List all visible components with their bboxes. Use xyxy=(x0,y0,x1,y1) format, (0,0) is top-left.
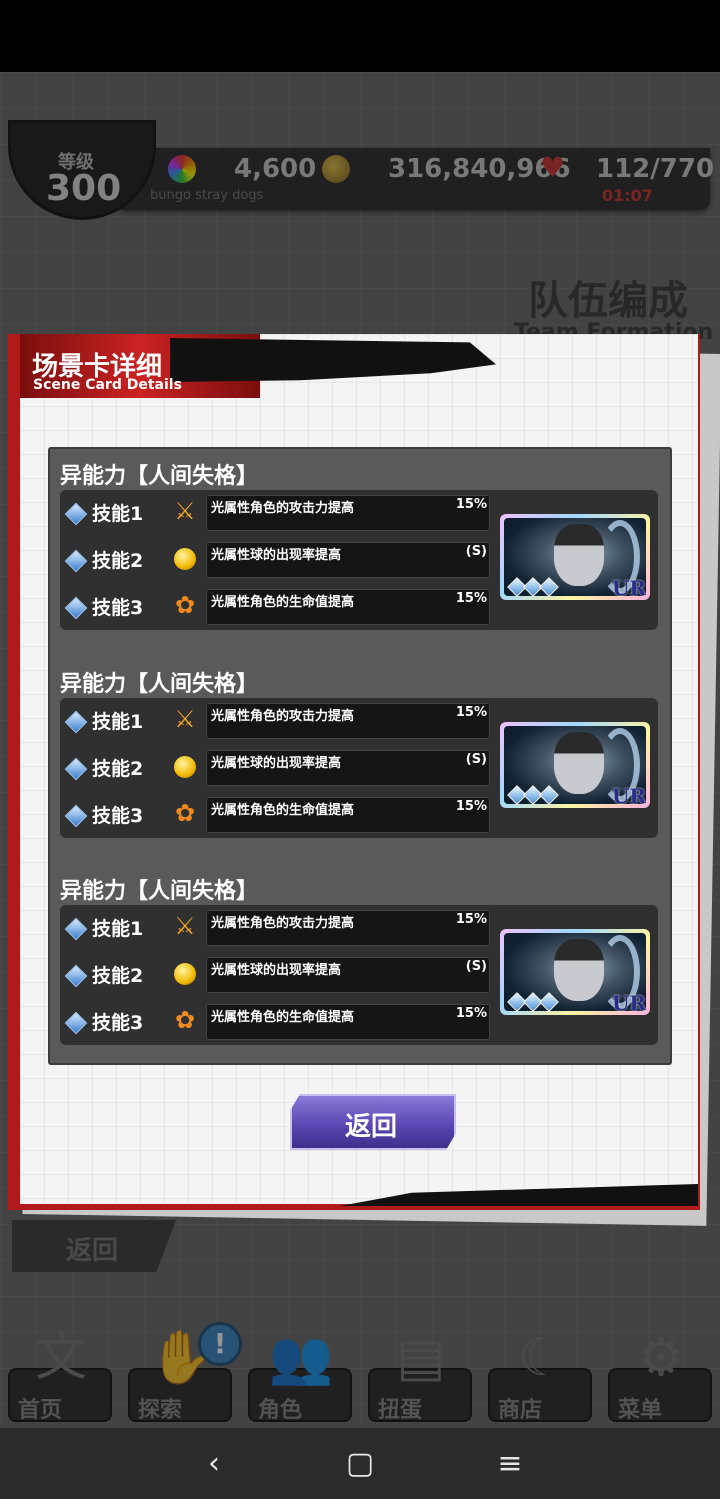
orb-icon xyxy=(174,756,196,778)
skill-description: 光属性角色的攻击力提高 xyxy=(211,501,355,516)
skill-value: 15% xyxy=(455,1006,487,1021)
diamond-icon xyxy=(64,596,88,620)
skill-value: 15% xyxy=(455,591,487,606)
recents-menu-icon[interactable]: ≡ xyxy=(480,1442,540,1486)
skill-row: 技能2 光属性球的出现率提高 (S) xyxy=(60,748,500,788)
skill-value: 15% xyxy=(455,705,487,720)
skill-value: (S) xyxy=(465,752,487,767)
return-button-label: 返回 xyxy=(345,1112,398,1142)
skill-name: 技能3 xyxy=(92,805,144,827)
diamond-icon xyxy=(64,502,88,526)
skill-name: 技能1 xyxy=(92,918,144,940)
card-rarity: UR xyxy=(611,784,646,808)
skill-description: 光属性角色的生命值提高 xyxy=(211,803,355,818)
home-square-icon[interactable]: ▢ xyxy=(330,1442,390,1486)
heart-icon: ✿ xyxy=(174,591,196,619)
skill-description: 光属性角色的生命值提高 xyxy=(211,1010,355,1025)
scene-card-thumbnail[interactable]: UR xyxy=(500,722,650,808)
card-rarity: UR xyxy=(611,576,646,600)
sword-icon: ⚔ xyxy=(174,912,196,940)
system-nav-bar: ‹ ▢ ≡ xyxy=(0,1428,720,1499)
diamond-icon xyxy=(64,710,88,734)
skill-row: 技能3 ✿ 光属性角色的生命值提高 15% xyxy=(60,1002,500,1042)
skill-row: 技能1 ⚔ 光属性角色的攻击力提高 15% xyxy=(60,908,500,948)
diamond-icon xyxy=(64,1011,88,1035)
orb-icon xyxy=(174,963,196,985)
skill-name: 技能3 xyxy=(92,597,144,619)
skill-description: 光属性球的出现率提高 xyxy=(211,756,342,771)
header-brush-stroke xyxy=(170,338,496,382)
diamond-icon xyxy=(64,804,88,828)
diamond-icon xyxy=(64,964,88,988)
ability-box: 技能1 ⚔ 光属性角色的攻击力提高 15% 技能2 光属性球的出现率提高 (S)… xyxy=(60,905,658,1045)
sword-icon: ⚔ xyxy=(174,705,196,733)
skill-description-bar: 光属性角色的攻击力提高 15% xyxy=(206,703,490,739)
skill-value: 15% xyxy=(455,799,487,814)
skill-row: 技能2 光属性球的出现率提高 (S) xyxy=(60,540,500,580)
skill-name: 技能2 xyxy=(92,965,144,987)
skill-value: (S) xyxy=(465,544,487,559)
ability-box: 技能1 ⚔ 光属性角色的攻击力提高 15% 技能2 光属性球的出现率提高 (S)… xyxy=(60,698,658,838)
skill-name: 技能2 xyxy=(92,550,144,572)
card-rarity: UR xyxy=(611,991,646,1015)
ability-box: 技能1 ⚔ 光属性角色的攻击力提高 15% 技能2 光属性球的出现率提高 (S)… xyxy=(60,490,658,630)
skill-row: 技能1 ⚔ 光属性角色的攻击力提高 15% xyxy=(60,701,500,741)
character-portrait xyxy=(554,939,604,1001)
skill-description-bar: 光属性角色的攻击力提高 15% xyxy=(206,910,490,946)
ability-title: 异能力【人间失格】 xyxy=(60,464,259,489)
heart-icon: ✿ xyxy=(174,1006,196,1034)
skill-description: 光属性球的出现率提高 xyxy=(211,548,342,563)
skill-description: 光属性角色的攻击力提高 xyxy=(211,916,355,931)
skill-name: 技能2 xyxy=(92,758,144,780)
skill-value: 15% xyxy=(455,497,487,512)
skill-description-bar: 光属性角色的生命值提高 15% xyxy=(206,797,490,833)
character-portrait xyxy=(554,732,604,794)
skill-description-bar: 光属性角色的生命值提高 15% xyxy=(206,589,490,625)
skill-name: 技能1 xyxy=(92,711,144,733)
skill-description-bar: 光属性球的出现率提高 (S) xyxy=(206,957,490,993)
orb-icon xyxy=(174,548,196,570)
diamond-icon xyxy=(64,549,88,573)
ability-title: 异能力【人间失格】 xyxy=(60,879,259,904)
skill-name: 技能3 xyxy=(92,1012,144,1034)
diamond-icon xyxy=(64,917,88,941)
ability-title: 异能力【人间失格】 xyxy=(60,672,259,697)
skill-description-bar: 光属性角色的生命值提高 15% xyxy=(206,1004,490,1040)
skill-description: 光属性球的出现率提高 xyxy=(211,963,342,978)
scene-card-thumbnail[interactable]: UR xyxy=(500,514,650,600)
scene-card-thumbnail[interactable]: UR xyxy=(500,929,650,1015)
skill-value: (S) xyxy=(465,959,487,974)
skill-row: 技能3 ✿ 光属性角色的生命值提高 15% xyxy=(60,587,500,627)
skill-description-bar: 光属性角色的攻击力提高 15% xyxy=(206,495,490,531)
character-portrait xyxy=(554,524,604,586)
skill-description: 光属性角色的生命值提高 xyxy=(211,595,355,610)
back-icon[interactable]: ‹ xyxy=(184,1442,244,1486)
skill-description-bar: 光属性球的出现率提高 (S) xyxy=(206,542,490,578)
diamond-icon xyxy=(64,757,88,781)
status-bar xyxy=(0,0,720,72)
skill-row: 技能2 光属性球的出现率提高 (S) xyxy=(60,955,500,995)
modal-subtitle: Scene Card Details xyxy=(33,377,182,393)
skill-description: 光属性角色的攻击力提高 xyxy=(211,709,355,724)
heart-icon: ✿ xyxy=(174,799,196,827)
skill-row: 技能3 ✿ 光属性角色的生命值提高 15% xyxy=(60,795,500,835)
skill-name: 技能1 xyxy=(92,503,144,525)
skill-row: 技能1 ⚔ 光属性角色的攻击力提高 15% xyxy=(60,493,500,533)
sword-icon: ⚔ xyxy=(174,497,196,525)
skill-description-bar: 光属性球的出现率提高 (S) xyxy=(206,750,490,786)
skill-value: 15% xyxy=(455,912,487,927)
